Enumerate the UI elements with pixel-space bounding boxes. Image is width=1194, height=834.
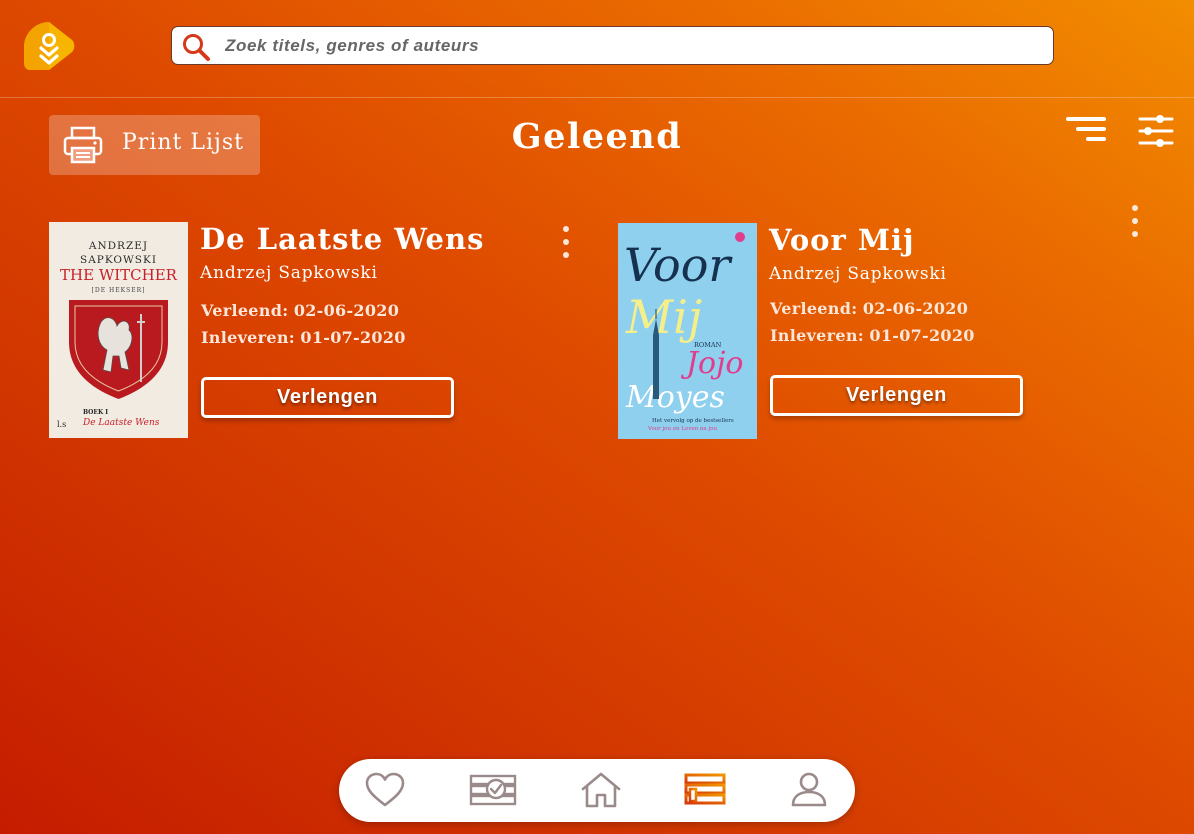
due-date-line: Inleveren: 01-07-2020 bbox=[201, 328, 406, 347]
loaned-date-line: Verleend: 02-06-2020 bbox=[201, 301, 399, 320]
top-bar bbox=[0, 0, 1194, 98]
cover-word-mij: Mij bbox=[625, 290, 702, 344]
reserved-books-icon[interactable] bbox=[469, 771, 517, 809]
cover-tagline-2: Voor jou en Leven na jou bbox=[647, 426, 717, 432]
loaned-date-line: Verleend: 02-06-2020 bbox=[770, 299, 968, 318]
cover-tagline: Het vervolg op de bestsellers bbox=[652, 418, 734, 424]
filter-sliders-icon[interactable] bbox=[1138, 113, 1174, 149]
borrowed-books-icon[interactable] bbox=[681, 771, 729, 809]
loan-card: ANDRZEJ SAPKOWSKI THE WITCHER [DE HEKSER… bbox=[49, 222, 589, 452]
book-author[interactable]: Andrzej Sapkowski bbox=[769, 264, 947, 284]
loaned-label: Verleend: bbox=[770, 299, 858, 318]
extend-loan-button[interactable]: Verlengen bbox=[770, 375, 1023, 416]
cover-subtitle: [DE HEKSER] bbox=[92, 287, 146, 294]
cover-author-first: ANDRZEJ bbox=[88, 240, 148, 252]
home-icon[interactable] bbox=[577, 771, 625, 809]
due-date: 01-07-2020 bbox=[300, 328, 406, 347]
app-logo-icon[interactable] bbox=[22, 20, 76, 72]
sort-icon[interactable] bbox=[1066, 115, 1106, 145]
page-title: Geleend bbox=[511, 116, 683, 157]
loan-card: Voor Mij ROMAN Jojo Moyes Het vervolg op… bbox=[618, 205, 1158, 453]
loaned-date: 02-06-2020 bbox=[293, 301, 400, 320]
cover-book-number: BOEK I bbox=[83, 409, 108, 416]
user-icon[interactable] bbox=[785, 771, 833, 809]
book-title[interactable]: De Laatste Wens bbox=[200, 222, 484, 256]
heart-icon[interactable] bbox=[361, 771, 409, 809]
extend-loan-button[interactable]: Verlengen bbox=[201, 377, 454, 418]
loaned-label: Verleend: bbox=[201, 301, 289, 320]
bottom-navigation bbox=[339, 759, 855, 822]
cover-author-first: Jojo bbox=[680, 346, 743, 381]
cover-book-title: De Laatste Wens bbox=[82, 418, 160, 428]
cover-author-last: Moyes bbox=[625, 380, 725, 415]
cover-publisher: l.s bbox=[57, 420, 66, 429]
more-options-icon[interactable] bbox=[560, 224, 572, 260]
search-input[interactable] bbox=[225, 33, 1025, 59]
due-date-line: Inleveren: 01-07-2020 bbox=[770, 326, 975, 345]
due-label: Inleveren: bbox=[770, 326, 864, 345]
loaned-date: 02-06-2020 bbox=[862, 299, 969, 318]
due-label: Inleveren: bbox=[201, 328, 295, 347]
due-date: 01-07-2020 bbox=[869, 326, 975, 345]
search-bar[interactable] bbox=[171, 26, 1054, 65]
cover-series: THE WITCHER bbox=[60, 266, 178, 284]
search-icon[interactable] bbox=[181, 32, 211, 62]
book-cover[interactable]: Voor Mij ROMAN Jojo Moyes Het vervolg op… bbox=[618, 223, 757, 439]
book-author[interactable]: Andrzej Sapkowski bbox=[200, 263, 378, 283]
cover-word-voor: Voor bbox=[624, 238, 733, 292]
more-options-icon[interactable] bbox=[1129, 203, 1141, 239]
cover-author-last: SAPKOWSKI bbox=[80, 254, 157, 266]
book-title[interactable]: Voor Mij bbox=[769, 223, 915, 257]
book-cover[interactable]: ANDRZEJ SAPKOWSKI THE WITCHER [DE HEKSER… bbox=[49, 222, 188, 438]
